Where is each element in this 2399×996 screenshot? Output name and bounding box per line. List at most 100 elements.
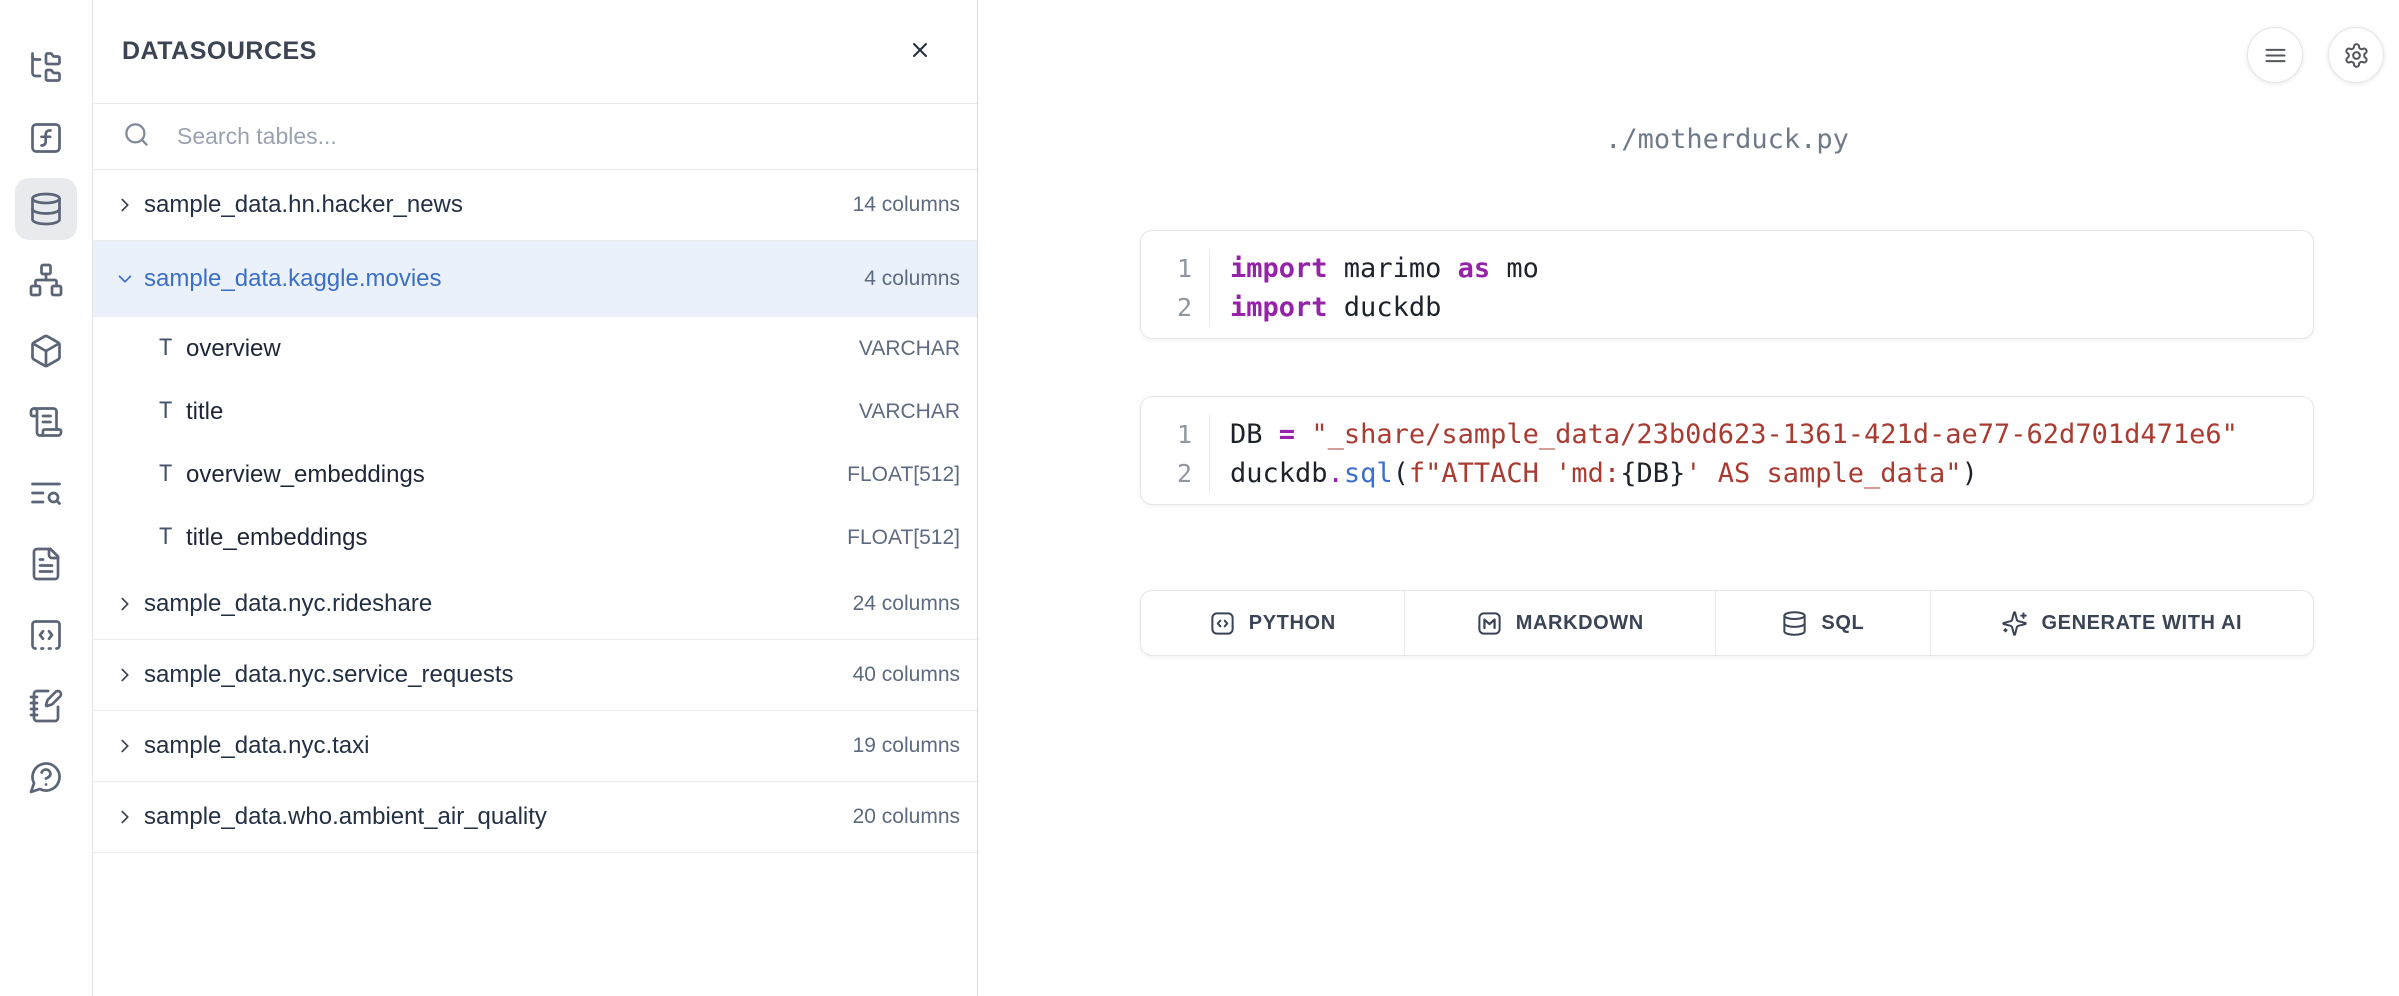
search-input[interactable] [177, 123, 957, 150]
column-row[interactable]: TtitleVARCHAR [93, 380, 977, 443]
code-line: 2import duckdb [1141, 288, 2313, 327]
table-column-count: 20 columns [853, 805, 960, 829]
add-button-label: GENERATE WITH AI [2041, 612, 2242, 635]
rail-item-text-search[interactable] [15, 462, 77, 524]
text-type-icon: T [159, 399, 186, 424]
table-name: sample_data.who.ambient_air_quality [144, 803, 841, 831]
add-generate-with-ai-button[interactable]: GENERATE WITH AI [1931, 591, 2313, 655]
code-cell[interactable]: 1import marimo as mo2import duckdb [1140, 230, 2314, 339]
markdown-square-icon [1476, 610, 1503, 637]
table-column-count: 24 columns [853, 592, 960, 616]
text-type-icon: T [159, 525, 186, 550]
table-search-bar [93, 103, 977, 170]
database-icon [28, 191, 64, 227]
rail-item-box[interactable] [15, 320, 77, 382]
table-row[interactable]: sample_data.nyc.service_requests 40 colum… [93, 640, 977, 711]
notebook-pen-icon [28, 688, 64, 724]
rail-item-network[interactable] [15, 249, 77, 311]
column-name: overview [186, 335, 859, 363]
menu-button[interactable] [2247, 27, 2303, 83]
table-row[interactable]: sample_data.who.ambient_air_quality 20 co… [93, 782, 977, 853]
rail-item-help-chat[interactable] [15, 746, 77, 808]
add-sql-button[interactable]: SQL [1716, 591, 1931, 655]
column-type: VARCHAR [859, 337, 960, 361]
close-icon [908, 38, 932, 65]
close-panel-button[interactable] [903, 35, 937, 69]
code-square-icon [1209, 610, 1236, 637]
file-text-icon [28, 546, 64, 582]
notebook-filename: ./motherduck.py [1140, 125, 2314, 155]
code-text: import marimo as mo [1210, 249, 1539, 288]
file-tree-icon [28, 49, 64, 85]
table-column-count: 14 columns [853, 193, 960, 217]
add-button-label: MARKDOWN [1516, 612, 1644, 635]
sparkles-icon [2001, 610, 2028, 637]
notebook-controls [2247, 27, 2384, 83]
table-name: sample_data.hn.hacker_news [144, 191, 841, 219]
network-icon [28, 262, 64, 298]
table-row[interactable]: sample_data.hn.hacker_news 14 columns [93, 170, 977, 241]
panel-header: DATASOURCES [93, 0, 977, 103]
rail-item-file-tree[interactable] [15, 36, 77, 98]
table-name: sample_data.kaggle.movies [144, 265, 852, 293]
table-name: sample_data.nyc.taxi [144, 732, 841, 760]
table-name: sample_data.nyc.rideshare [144, 590, 841, 618]
datasources-panel: DATASOURCES sample_data.hn.hacker_news 14… [92, 0, 978, 996]
chevron-right-icon [114, 804, 140, 830]
column-name: title_embeddings [186, 524, 847, 552]
text-type-icon: T [159, 462, 186, 487]
line-number: 2 [1141, 454, 1210, 493]
database-icon [1781, 610, 1808, 637]
box-icon [28, 333, 64, 369]
panel-title: DATASOURCES [122, 37, 317, 66]
code-line: 2duckdb.sql(f"ATTACH 'md:{DB}' AS sample… [1141, 454, 2313, 493]
add-markdown-button[interactable]: MARKDOWN [1405, 591, 1716, 655]
gear-button[interactable] [2328, 27, 2384, 83]
code-cell[interactable]: 1DB = "_share/sample_data/23b0d623-1361-… [1140, 396, 2314, 505]
code-text: duckdb.sql(f"ATTACH 'md:{DB}' AS sample_… [1210, 454, 1978, 493]
search-icon [123, 121, 150, 153]
add-python-button[interactable]: PYTHON [1141, 591, 1405, 655]
line-number: 1 [1141, 415, 1210, 454]
rail-item-file-text[interactable] [15, 533, 77, 595]
code-line: 1DB = "_share/sample_data/23b0d623-1361-… [1141, 415, 2313, 454]
add-button-label: SQL [1821, 612, 1864, 635]
add-button-label: PYTHON [1249, 612, 1336, 635]
column-row[interactable]: Ttitle_embeddingsFLOAT[512] [93, 506, 977, 569]
table-column-count: 40 columns [853, 663, 960, 687]
rail-item-notebook-pen[interactable] [15, 675, 77, 737]
code-line: 1import marimo as mo [1141, 249, 2313, 288]
column-name: title [186, 398, 859, 426]
table-column-count: 19 columns [853, 734, 960, 758]
table-row[interactable]: sample_data.kaggle.movies 4 columns [93, 241, 977, 317]
chevron-down-icon [114, 266, 140, 292]
rail-item-scroll-text[interactable] [15, 391, 77, 453]
column-type: FLOAT[512] [847, 463, 960, 487]
rail-item-database[interactable] [15, 178, 77, 240]
column-type: VARCHAR [859, 400, 960, 424]
text-type-icon: T [159, 336, 186, 361]
table-row[interactable]: sample_data.nyc.taxi 19 columns [93, 711, 977, 782]
line-number: 2 [1141, 288, 1210, 327]
rail-item-snippet-code[interactable] [15, 604, 77, 666]
chevron-right-icon [114, 733, 140, 759]
chevron-right-icon [114, 591, 140, 617]
function-square-icon [28, 120, 64, 156]
line-number: 1 [1141, 249, 1210, 288]
rail-item-function-square[interactable] [15, 107, 77, 169]
column-row[interactable]: Toverview_embeddingsFLOAT[512] [93, 443, 977, 506]
table-name: sample_data.nyc.service_requests [144, 661, 841, 689]
activity-rail [0, 0, 92, 996]
code-text: import duckdb [1210, 288, 1441, 327]
snippet-code-icon [28, 617, 64, 653]
column-type: FLOAT[512] [847, 526, 960, 550]
chevron-right-icon [114, 192, 140, 218]
table-column-count: 4 columns [864, 267, 960, 291]
column-row[interactable]: ToverviewVARCHAR [93, 317, 977, 380]
gear-icon [2343, 42, 2370, 69]
table-row[interactable]: sample_data.nyc.rideshare 24 columns [93, 569, 977, 640]
text-search-icon [28, 475, 64, 511]
help-chat-icon [28, 759, 64, 795]
add-cell-bar: PYTHON MARKDOWN SQL GENERATE WITH AI [1140, 590, 2314, 656]
table-list: sample_data.hn.hacker_news14 columnssamp… [93, 170, 977, 853]
